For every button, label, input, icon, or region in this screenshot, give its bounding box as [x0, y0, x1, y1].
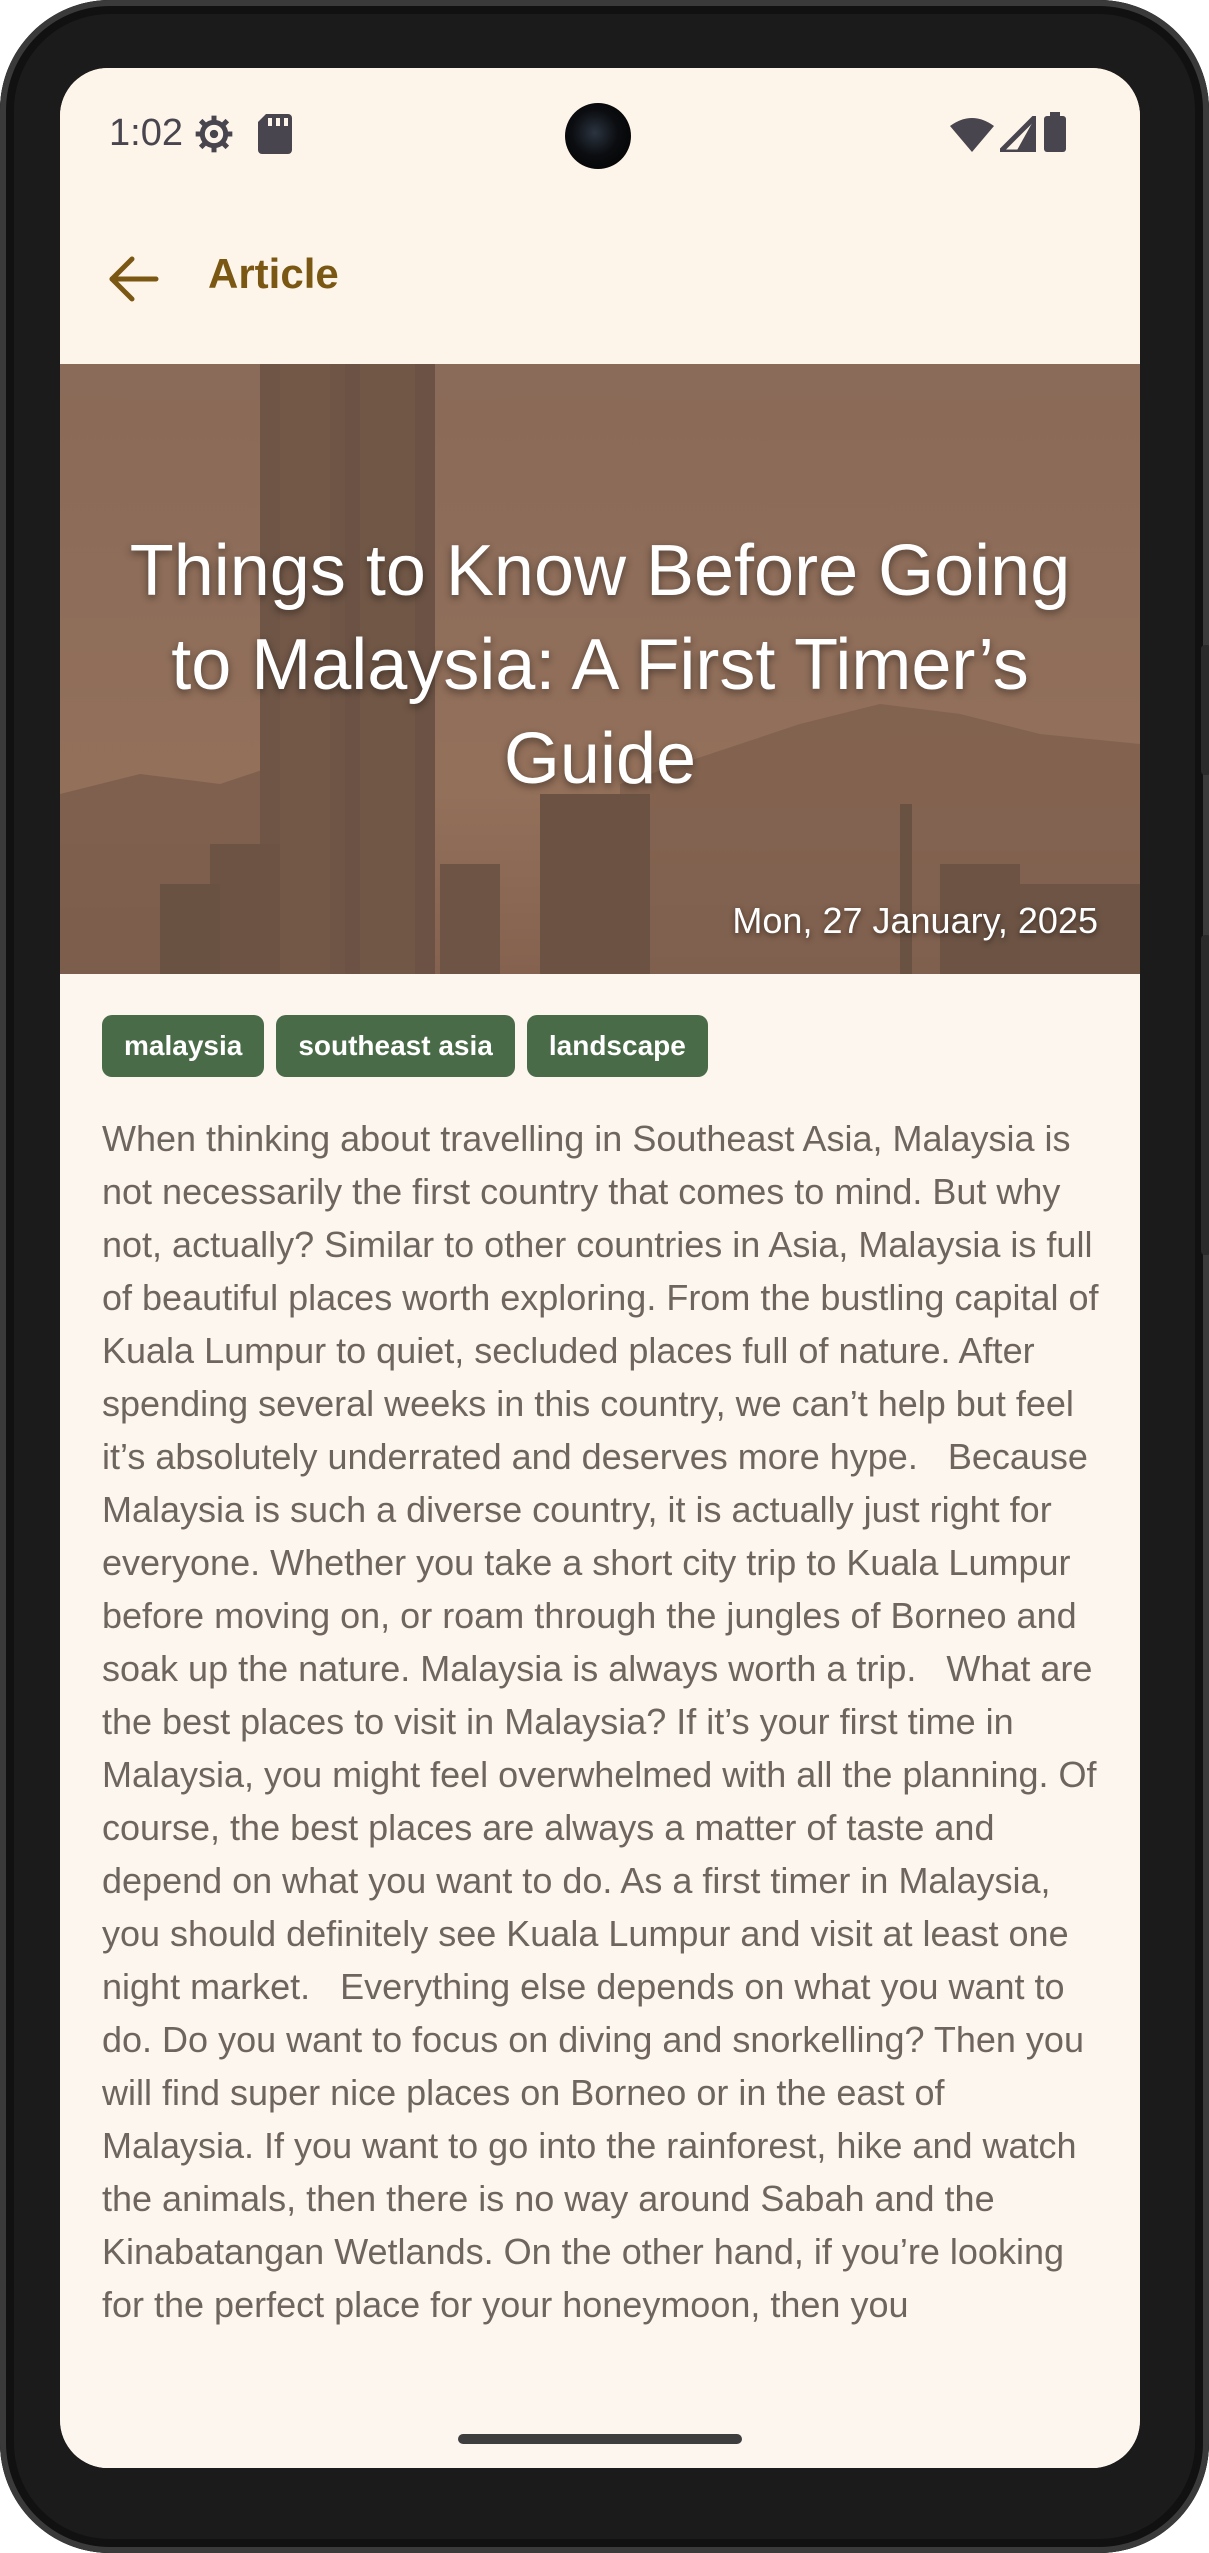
tag-list: malaysia southeast asia landscape [102, 1015, 708, 1077]
top-app-bar: Article [60, 198, 1140, 364]
scroll-fade [60, 2388, 1140, 2468]
article-title: Things to Know Before Going to Malaysia:… [129, 531, 1071, 799]
status-time: 1:02 [109, 112, 183, 154]
back-button[interactable] [98, 244, 168, 314]
arrow-back-icon [109, 256, 159, 302]
power-button [1201, 645, 1209, 775]
tag-chip-southeast-asia[interactable]: southeast asia [276, 1015, 515, 1077]
volume-button [1201, 935, 1209, 1255]
front-camera [565, 103, 631, 169]
app-bar-title: Article [208, 250, 339, 297]
status-bar: 1:02 [60, 68, 1140, 198]
battery-icon [1044, 112, 1066, 157]
article-date: Mon, 27 January, 2025 [732, 900, 1098, 941]
gesture-nav-handle[interactable] [458, 2434, 742, 2444]
article-hero-image: Things to Know Before Going to Malaysia:… [60, 364, 1140, 974]
article-body: When thinking about travelling in Southe… [102, 1118, 1099, 2325]
screen: 1:02 Article Things to Know Before Going… [60, 68, 1140, 2468]
tag-chip-landscape[interactable]: landscape [526, 1015, 708, 1077]
settings-gear-icon [194, 114, 234, 159]
wifi-icon [950, 116, 994, 157]
sd-card-icon [258, 114, 292, 159]
phone-frame: 1:02 Article Things to Know Before Going… [0, 0, 1209, 2553]
tag-chip-malaysia[interactable]: malaysia [102, 1015, 265, 1077]
cell-signal-icon [993, 109, 1039, 157]
